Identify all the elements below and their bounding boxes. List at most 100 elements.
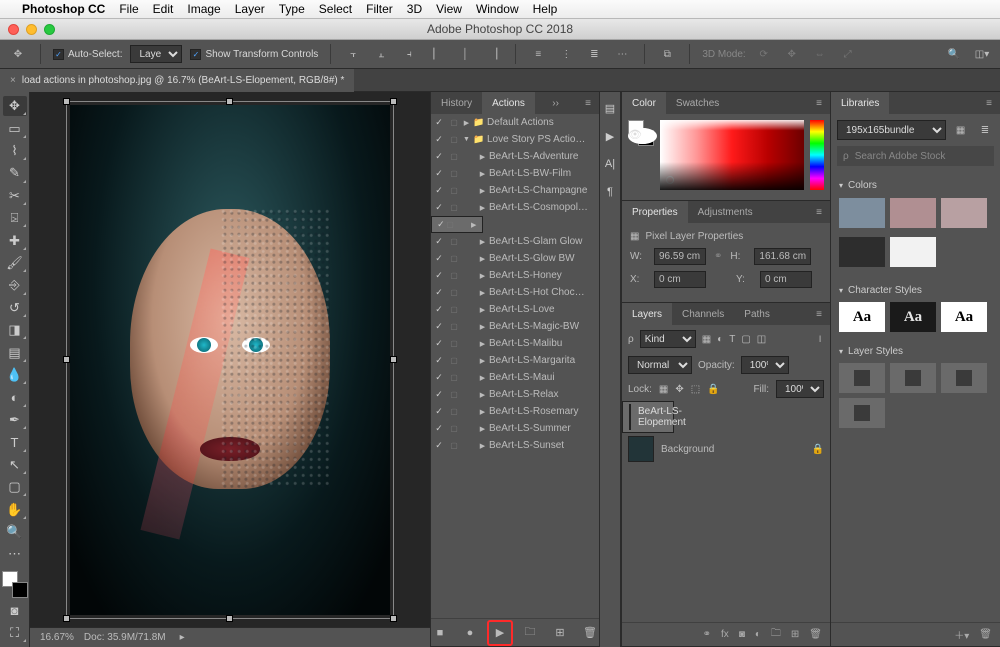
play-dock-icon[interactable]: ▶	[602, 128, 618, 144]
action-row[interactable]: ✓▢▶BeArt-LS-Hot Choc…	[431, 284, 599, 301]
menu-filter[interactable]: Filter	[366, 2, 393, 16]
crop-tool[interactable]: ✂	[3, 186, 27, 206]
action-row[interactable]: ✓▢▶📁Default Actions	[431, 114, 599, 131]
distribute-1-icon[interactable]: ≡	[528, 44, 548, 64]
layer-fx-icon[interactable]: fx	[721, 629, 729, 640]
action-row[interactable]: ✓▢▶BeArt-LS-Maui	[431, 369, 599, 386]
color-swatches[interactable]	[2, 571, 28, 599]
record-action-button[interactable]: ●	[462, 625, 478, 641]
menu-edit[interactable]: Edit	[153, 2, 174, 16]
overlap-icon[interactable]: ⧉	[657, 44, 677, 64]
distribute-4-icon[interactable]: ⋯	[612, 44, 632, 64]
healing-tool[interactable]: ✚	[3, 230, 27, 250]
color-swatch[interactable]	[839, 237, 885, 267]
new-set-button[interactable]: 🗀	[522, 625, 538, 641]
layer-style-4[interactable]	[839, 398, 885, 428]
add-content-icon[interactable]: ＋▾	[954, 627, 969, 642]
edit-toolbar[interactable]: ⋯	[3, 544, 27, 564]
section-layer-styles[interactable]: Layer Styles	[839, 346, 992, 357]
dodge-tool[interactable]: ◐	[3, 387, 27, 407]
action-row[interactable]: ✓▢▶BeArt-LS-Sunset	[431, 437, 599, 454]
close-window-button[interactable]	[8, 24, 19, 35]
align-right-icon[interactable]: ▕	[483, 44, 503, 64]
marquee-tool[interactable]: ▭	[3, 118, 27, 138]
prop-width[interactable]: 96.59 cm	[654, 248, 706, 265]
align-vcenter-icon[interactable]: ⫠	[371, 44, 391, 64]
align-hcenter-icon[interactable]: │	[455, 44, 475, 64]
filter-kind-select[interactable]: Kind	[640, 330, 696, 348]
library-select[interactable]: 195x165bundle	[837, 120, 946, 140]
zoom-level[interactable]: 16.67%	[40, 632, 74, 643]
gradient-tool[interactable]: ▤	[3, 342, 27, 362]
menu-select[interactable]: Select	[319, 2, 352, 16]
action-row[interactable]: ✓▢▼📁Love Story PS Actio…	[431, 131, 599, 148]
move-tool[interactable]: ✥	[3, 96, 27, 116]
menu-image[interactable]: Image	[187, 2, 220, 16]
char-style-1[interactable]: Aa	[839, 302, 885, 332]
prop-x[interactable]: 0 cm	[654, 271, 706, 288]
actions-menu-icon[interactable]: ≡	[575, 92, 599, 114]
layer-style-1[interactable]	[839, 363, 885, 393]
tab-channels[interactable]: Channels	[672, 303, 734, 325]
character-dock-icon[interactable]: A|	[602, 156, 618, 172]
filter-pixel-icon[interactable]: ▦	[702, 334, 711, 345]
filter-toggle[interactable]: ⏽	[816, 334, 824, 345]
lasso-tool[interactable]: ⌇	[3, 141, 27, 161]
action-row[interactable]: ✓▢▶BeArt-LS-Adventure	[431, 148, 599, 165]
properties-menu-icon[interactable]: ≡	[806, 201, 830, 223]
zoom-tool[interactable]: 🔍	[3, 522, 27, 542]
prop-height[interactable]: 161.68 cm	[754, 248, 811, 265]
tab-swatches[interactable]: Swatches	[666, 92, 729, 114]
visibility-icon[interactable]: 👁	[628, 128, 656, 144]
layer-thumbnail[interactable]	[628, 436, 654, 462]
action-row[interactable]: ✓▢▶BeArt-LS-Champagne	[431, 182, 599, 199]
lock-pixels-icon[interactable]: ▦	[659, 384, 668, 395]
distribute-2-icon[interactable]: ⋮	[556, 44, 576, 64]
char-style-3[interactable]: Aa	[941, 302, 987, 332]
section-character-styles[interactable]: Character Styles	[839, 285, 992, 296]
status-menu-icon[interactable]: ▸	[180, 632, 185, 643]
maximize-window-button[interactable]	[44, 24, 55, 35]
char-style-2[interactable]: Aa	[890, 302, 936, 332]
filter-type-icon[interactable]: T	[729, 334, 735, 345]
action-row[interactable]: ✓▢▶BeArt-LS-Glow BW	[431, 250, 599, 267]
new-layer-icon[interactable]: ⊞	[791, 629, 799, 640]
delete-action-button[interactable]: 🗑	[582, 625, 598, 641]
shape-tool[interactable]: ▢	[3, 477, 27, 497]
blur-tool[interactable]: 💧	[3, 365, 27, 385]
brush-tool[interactable]: 🖌	[3, 253, 27, 273]
quick-select-tool[interactable]: ✎	[3, 163, 27, 183]
color-swatch[interactable]	[890, 237, 936, 267]
section-colors[interactable]: Colors	[839, 180, 992, 191]
actions-list[interactable]: ✓▢▶📁Default Actions✓▢▼📁Love Story PS Act…	[431, 114, 599, 454]
action-row[interactable]: ✓▢▶BeArt-LS-Honey	[431, 267, 599, 284]
screenmode-tool[interactable]: ⛶	[3, 623, 27, 643]
tab-libraries[interactable]: Libraries	[831, 92, 889, 114]
minimize-window-button[interactable]	[26, 24, 37, 35]
color-swatch[interactable]	[890, 198, 936, 228]
action-row[interactable]: ✓▢▶BeArt-LS-Glam Glow	[431, 233, 599, 250]
opacity-select[interactable]: 100%	[741, 356, 789, 374]
canvas[interactable]: 16.67% Doc: 35.9M/71.8M ▸	[30, 92, 430, 647]
show-transform-checkbox[interactable]	[190, 49, 201, 60]
delete-layer-icon[interactable]: 🗑	[809, 629, 822, 640]
library-search[interactable]: ρ Search Adobe Stock	[837, 146, 994, 166]
stop-action-button[interactable]: ■	[432, 625, 448, 641]
actions-collapse-icon[interactable]: ››	[543, 92, 567, 114]
color-spectrum[interactable]	[660, 120, 804, 190]
layers-menu-icon[interactable]: ≡	[806, 303, 830, 325]
tab-history[interactable]: History	[431, 92, 482, 114]
menu-type[interactable]: Type	[279, 2, 305, 16]
document-tab[interactable]: × load actions in photoshop.jpg @ 16.7% …	[0, 69, 354, 92]
group-icon[interactable]: 🗀	[771, 626, 781, 643]
distribute-3-icon[interactable]: ≣	[584, 44, 604, 64]
layer-thumbnail[interactable]	[629, 404, 631, 430]
blend-mode-select[interactable]: Normal	[628, 356, 692, 374]
filter-shape-icon[interactable]: ▢	[741, 334, 750, 345]
transform-bounds[interactable]	[66, 101, 394, 619]
brushes-dock-icon[interactable]: ▤	[602, 100, 618, 116]
app-name[interactable]: Photoshop CC	[22, 2, 105, 16]
menu-view[interactable]: View	[436, 2, 462, 16]
tab-color[interactable]: Color	[622, 92, 666, 114]
delete-asset-icon[interactable]: 🗑	[979, 629, 992, 640]
